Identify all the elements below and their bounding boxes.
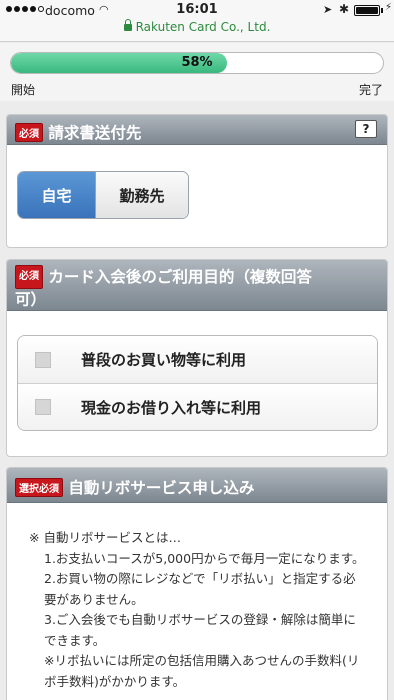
purpose-checklist: 普段のお買い物等に利用 現金のお借り入れ等に利用 [17, 335, 378, 431]
battery-icon [354, 5, 380, 16]
location-arrow-icon: ➤ [323, 3, 333, 16]
section-header: 選択必須 自動リボサービス申し込み [7, 468, 387, 503]
billing-address-toggle: 自宅 勤務先 [17, 171, 189, 219]
progress-end-label: 完了 [358, 83, 383, 97]
selection-required-badge: 選択必須 [15, 477, 63, 497]
section-header: 必須 カード入会後のご利用目的（複数回答 可） [7, 260, 387, 311]
info-line: できます。 [44, 632, 106, 648]
help-button[interactable]: ? [355, 120, 377, 138]
required-badge: 必須 [15, 265, 43, 289]
shopping-label: 普段のお買い物等に利用 [81, 351, 247, 369]
purpose-shopping-option[interactable]: 普段のお買い物等に利用 [18, 336, 377, 383]
url-bar[interactable]: Rakuten Card Co., Ltd. [0, 19, 394, 42]
lock-icon [123, 19, 132, 31]
purpose-cash-option[interactable]: 現金のお借り入れ等に利用 [18, 383, 377, 430]
usage-purpose-section: 必須 カード入会後のご利用目的（複数回答 可） 普段のお買い物等に利用 現金のお… [6, 259, 388, 457]
billing-address-section: 必須 請求書送付先 ? 自宅 勤務先 [6, 114, 388, 248]
auto-revolving-section: 選択必須 自動リボサービス申し込み ※ 自動リボサービスとは… 1.お支払いコー… [6, 467, 388, 700]
section-title: 請求書送付先 [48, 124, 142, 142]
revolving-info-text: ※ 自動リボサービスとは… 1.お支払いコースが5,000円からで毎月一定になり… [29, 528, 364, 692]
info-line: ボ手数料)がかかります。 [44, 673, 186, 689]
info-line: 要がありません。 [44, 591, 144, 607]
info-line: 3.ご入会後でも自動リボサービスの登録・解除は簡単に [44, 612, 356, 627]
info-line: ※リボ払いには所定の包括信用購入あつせんの手数料(リ [44, 653, 360, 668]
status-bar: docomo ◠ 16:01 ➤ ✱ ⚡ [0, 0, 394, 20]
section-header: 必須 請求書送付先 ? [7, 115, 387, 145]
status-time: 16:01 [176, 2, 218, 17]
progress-percent: 58% [181, 55, 213, 70]
section-title: 自動リボサービス申し込み [68, 479, 255, 497]
cash-checkbox[interactable] [35, 399, 51, 415]
progress-bar: 58% [10, 52, 384, 74]
progress-start-label: 開始 [11, 83, 36, 97]
workplace-option-button[interactable]: 勤務先 [95, 172, 188, 218]
info-line: 1.お支払いコースが5,000円からで毎月一定になります。 [44, 550, 365, 566]
progress-area: 58% 開始 完了 [0, 43, 394, 101]
required-badge: 必須 [15, 122, 43, 142]
bluetooth-icon: ✱ [339, 2, 350, 16]
section-title-line2: 可） [15, 290, 47, 309]
site-name: Rakuten Card Co., Ltd. [135, 20, 271, 34]
info-line: 2.お買い物の際にレジなどで「リボ払い」と指定する必 [44, 571, 356, 586]
cash-label: 現金のお借り入れ等に利用 [81, 398, 262, 417]
charging-icon: ⚡ [385, 2, 393, 13]
shopping-checkbox[interactable] [35, 351, 51, 368]
battery-cap [381, 8, 383, 13]
home-option-button[interactable]: 自宅 [18, 172, 95, 218]
section-title-line1: カード入会後のご利用目的（複数回答 [48, 268, 312, 286]
info-line: ※ 自動リボサービスとは… [29, 530, 181, 545]
